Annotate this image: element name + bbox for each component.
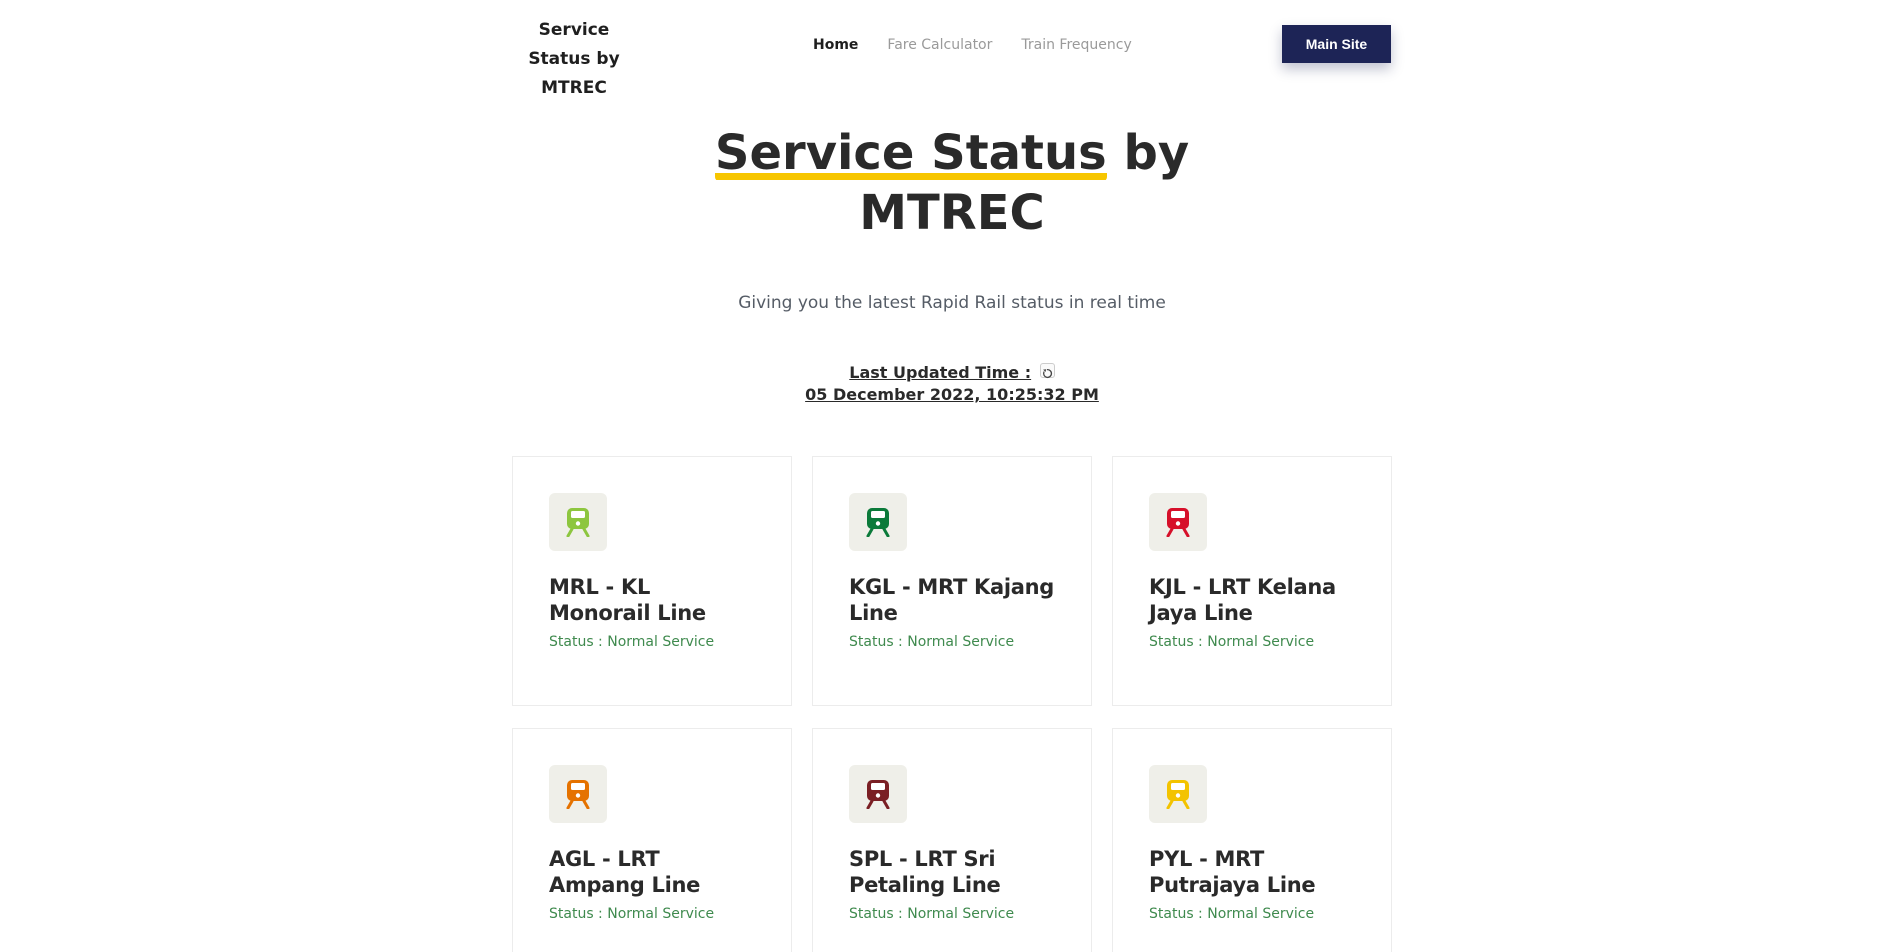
train-icon [866, 780, 890, 809]
line-title: KJL - LRT Kelana Jaya Line [1149, 575, 1336, 625]
line-title: PYL - MRT Putrajaya Line [1149, 847, 1316, 897]
title-highlight: Service Status [714, 125, 1107, 181]
line-title: SPL - LRT Sri Petaling Line [849, 847, 1001, 897]
last-updated: Last Updated Time : 05 December 2022, 10… [752, 362, 1152, 406]
main-site-button[interactable]: Main Site [1282, 25, 1391, 63]
train-icon-box [1149, 493, 1207, 551]
train-icon [866, 508, 890, 537]
line-status: Status : Normal Service [549, 634, 715, 650]
nav-train-frequency[interactable]: Train Frequency [1021, 36, 1131, 54]
page-title: Service Status by MTREC [652, 123, 1252, 243]
line-card[interactable]: SPL - LRT Sri Petaling Line Status : Nor… [812, 728, 1092, 952]
line-title: AGL - LRT Ampang Line [549, 847, 701, 897]
train-icon-box [1149, 765, 1207, 823]
train-icon-box [849, 493, 907, 551]
train-icon [566, 780, 590, 809]
last-updated-value: 05 December 2022, 10:25:32 PM [805, 385, 1099, 404]
line-title: MRL - KL Monorail Line [549, 575, 706, 625]
train-icon-box [549, 765, 607, 823]
line-status: Status : Normal Service [849, 634, 1015, 650]
line-card[interactable]: KGL - MRT Kajang Line Status : Normal Se… [812, 456, 1092, 706]
page-subtitle: Giving you the latest Rapid Rail status … [738, 293, 1166, 313]
line-title: KGL - MRT Kajang Line [849, 575, 1054, 625]
train-icon [566, 508, 590, 537]
line-card[interactable]: AGL - LRT Ampang Line Status : Normal Se… [512, 728, 792, 952]
refresh-icon[interactable] [1039, 363, 1055, 379]
line-card[interactable]: MRL - KL Monorail Line Status : Normal S… [512, 456, 792, 706]
train-icon [1166, 780, 1190, 809]
line-status: Status : Normal Service [849, 906, 1015, 922]
brand-logo[interactable]: Service Status by MTREC [512, 16, 636, 103]
main-nav: Home Fare Calculator Train Frequency [813, 36, 1132, 54]
line-status: Status : Normal Service [1149, 906, 1315, 922]
train-icon-box [549, 493, 607, 551]
line-status: Status : Normal Service [1149, 634, 1315, 650]
line-card[interactable]: KJL - LRT Kelana Jaya Line Status : Norm… [1112, 456, 1392, 706]
last-updated-label: Last Updated Time : [849, 363, 1032, 382]
train-icon-box [849, 765, 907, 823]
line-status: Status : Normal Service [549, 906, 715, 922]
train-icon [1166, 508, 1190, 537]
line-card[interactable]: PYL - MRT Putrajaya Line Status : Normal… [1112, 728, 1392, 952]
line-cards-grid: MRL - KL Monorail Line Status : Normal S… [512, 456, 1392, 952]
nav-home[interactable]: Home [813, 36, 858, 54]
page: Service Status by MTREC Home Fare Calcul… [0, 0, 1904, 952]
nav-fare-calculator[interactable]: Fare Calculator [887, 36, 992, 54]
